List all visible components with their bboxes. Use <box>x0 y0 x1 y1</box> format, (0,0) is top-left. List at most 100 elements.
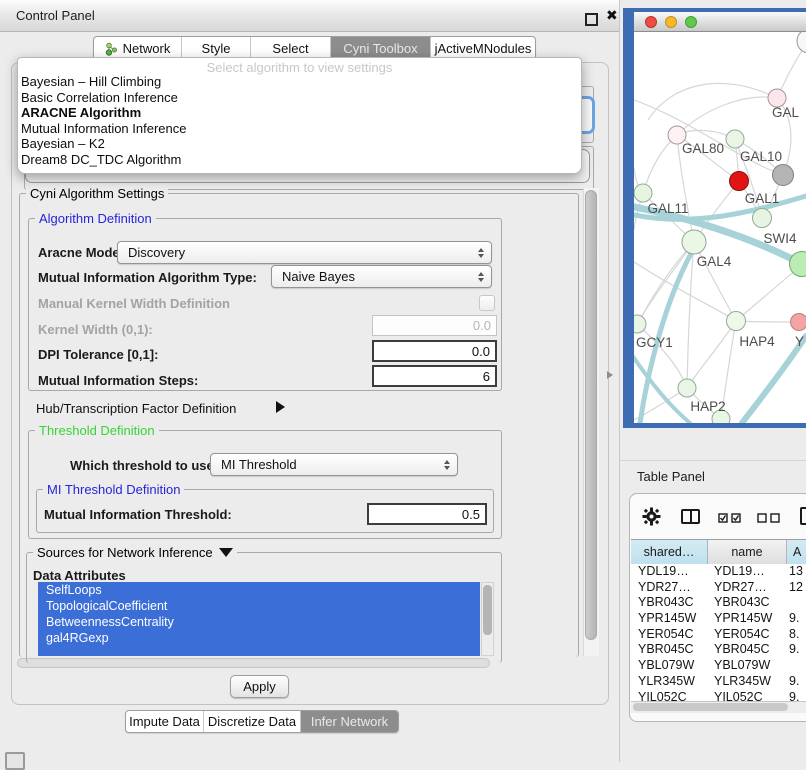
tab-jactivemnodules-label: jActiveMNodules <box>435 41 532 56</box>
dropdown-item[interactable]: Bayesian – Hill Climbing <box>18 74 581 90</box>
dpi-tolerance-label: DPI Tolerance [0,1]: <box>38 347 158 362</box>
network-node[interactable] <box>791 314 806 331</box>
which-threshold-label: Which threshold to use: <box>70 458 218 473</box>
dropdown-item-selected[interactable]: ARACNE Algorithm <box>18 105 581 121</box>
data-attributes-label: Data Attributes <box>33 568 126 583</box>
network-node[interactable] <box>634 184 652 202</box>
network-edge[interactable] <box>677 97 777 135</box>
network-node-label: GAL <box>772 105 800 120</box>
kernel-width-input[interactable] <box>372 315 497 336</box>
gear-icon[interactable] <box>642 507 661 531</box>
column-header-name[interactable]: name <box>708 540 787 564</box>
table-cell: YBR043C <box>631 595 708 611</box>
cyni-algorithm-settings-title: Cyni Algorithm Settings <box>26 186 168 201</box>
network-node[interactable] <box>773 165 794 186</box>
deselect-all-checks-icon[interactable] <box>757 513 780 523</box>
table-row[interactable]: YPR145WYPR145W9. <box>631 611 806 627</box>
network-node[interactable] <box>797 32 806 53</box>
network-canvas[interactable]: GALGAL80GAL10GAL1GAL11SWI4GAL4GCY1HAP4YH… <box>634 32 806 423</box>
panel-resize-arrow-icon[interactable] <box>607 371 613 379</box>
settings-vertical-scrollbar-thumb[interactable] <box>585 190 597 640</box>
column-header-partial[interactable]: A <box>787 540 806 564</box>
tab-network-label: Network <box>123 41 171 56</box>
table-row[interactable]: YIL052CYIL052C9. <box>631 690 806 702</box>
combo-arrows-icon <box>478 272 484 282</box>
table-cell: YBR045C <box>708 642 787 658</box>
data-attribute-item-selected[interactable]: SelfLoops <box>38 582 480 598</box>
network-node[interactable] <box>753 209 772 228</box>
table-row[interactable]: YLR345WYLR345W9. <box>631 674 806 690</box>
table-cell: 12 <box>787 580 806 596</box>
data-attribute-item-selected[interactable]: BetweennessCentrality <box>38 614 480 630</box>
network-window-titlebar[interactable] <box>634 12 806 32</box>
network-node-label: HAP4 <box>739 334 775 349</box>
data-attribute-item-selected[interactable]: gal4RGexp <box>38 630 480 646</box>
table-row[interactable]: YBL079WYBL079W <box>631 658 806 674</box>
tab-discretize-data[interactable]: Discretize Data <box>204 711 301 732</box>
mi-threshold-input[interactable] <box>367 503 487 525</box>
float-window-icon[interactable] <box>585 13 598 26</box>
table-cell <box>787 658 806 674</box>
network-node[interactable] <box>730 172 749 191</box>
manual-kernel-width-checkbox[interactable] <box>479 295 495 311</box>
data-attribute-item-selected[interactable]: TopologicalCoefficient <box>38 598 480 614</box>
dropdown-item[interactable]: Bayesian – K2 <box>18 136 581 152</box>
dropdown-item[interactable]: Basic Correlation Inference <box>18 90 581 106</box>
mi-algorithm-type-combobox[interactable]: Naive Bayes <box>271 265 492 288</box>
network-node[interactable] <box>726 130 744 148</box>
table-cell: YDL19… <box>708 564 787 580</box>
mi-threshold-definition-title: MI Threshold Definition <box>43 482 184 497</box>
select-all-checks-icon[interactable] <box>718 513 741 523</box>
network-graph[interactable]: GALGAL80GAL10GAL1GAL11SWI4GAL4GCY1HAP4YH… <box>634 32 806 423</box>
mi-algorithm-type-label: Mutual Information Algorithm Type: <box>38 270 257 285</box>
combo-arrows-icon <box>478 248 484 258</box>
tab-infer-network[interactable]: Infer Network <box>301 711 398 732</box>
network-edge[interactable] <box>687 321 736 388</box>
hub-section-label[interactable]: Hub/Transcription Factor Definition <box>36 401 236 416</box>
column-header-shared-name[interactable]: shared… <box>631 540 708 564</box>
table-cell: YLR345W <box>708 674 787 690</box>
table-cell: YBL079W <box>708 658 787 674</box>
table-row[interactable]: YBR045CYBR045C9. <box>631 642 806 658</box>
table-panel-titlebar: Table Panel <box>620 460 806 489</box>
network-node[interactable] <box>678 379 696 397</box>
network-node[interactable] <box>727 312 746 331</box>
network-edge[interactable] <box>736 264 802 321</box>
table-cell: 9. <box>787 611 806 627</box>
aracne-mode-label: Aracne Mode: <box>38 245 124 260</box>
table-row[interactable]: YDR27…YDR27…12 <box>631 580 806 596</box>
combo-arrows-icon <box>444 460 450 470</box>
network-node[interactable] <box>682 230 706 254</box>
apply-button[interactable]: Apply <box>230 675 289 698</box>
aracne-mode-combobox[interactable]: Discovery <box>117 241 492 264</box>
collapse-arrow-icon[interactable] <box>219 548 233 557</box>
algorithm-definition-title: Algorithm Definition <box>35 211 156 226</box>
table-row[interactable]: YDL19…YDL19…13 <box>631 564 806 580</box>
mi-steps-label: Mutual Information Steps: <box>38 373 198 388</box>
tab-impute-data[interactable]: Impute Data <box>126 711 204 732</box>
which-threshold-combobox[interactable]: MI Threshold <box>210 453 458 476</box>
expand-arrow-icon[interactable] <box>276 401 285 413</box>
list-scrollbar-thumb[interactable] <box>483 585 492 635</box>
dropdown-item[interactable]: Mutual Information Inference <box>18 121 581 137</box>
network-edge-highlighted[interactable] <box>742 336 806 423</box>
dpi-tolerance-input[interactable] <box>372 340 497 362</box>
docked-panel-icon[interactable] <box>5 752 25 770</box>
network-icon <box>105 42 118 56</box>
dropdown-item[interactable]: Dream8 DC_TDC Algorithm <box>18 152 581 168</box>
mi-steps-input[interactable] <box>372 365 497 387</box>
table-horizontal-scrollbar-thumb[interactable] <box>633 703 788 711</box>
threshold-definition-title: Threshold Definition <box>35 423 159 438</box>
close-icon[interactable]: ✖ <box>606 7 618 24</box>
split-columns-icon[interactable] <box>681 509 700 524</box>
table-cell: 9. <box>787 690 806 702</box>
table-row[interactable]: YER054CYER054C8. <box>631 627 806 643</box>
tab-select-label: Select <box>272 41 308 56</box>
table-row[interactable]: YBR043CYBR043C <box>631 595 806 611</box>
document-icon[interactable] <box>800 507 806 525</box>
window-minimize-button[interactable] <box>665 16 677 28</box>
window-zoom-button[interactable] <box>685 16 697 28</box>
table-cell: YDR27… <box>708 580 787 596</box>
window-close-button[interactable] <box>645 16 657 28</box>
network-edge[interactable] <box>643 135 677 193</box>
